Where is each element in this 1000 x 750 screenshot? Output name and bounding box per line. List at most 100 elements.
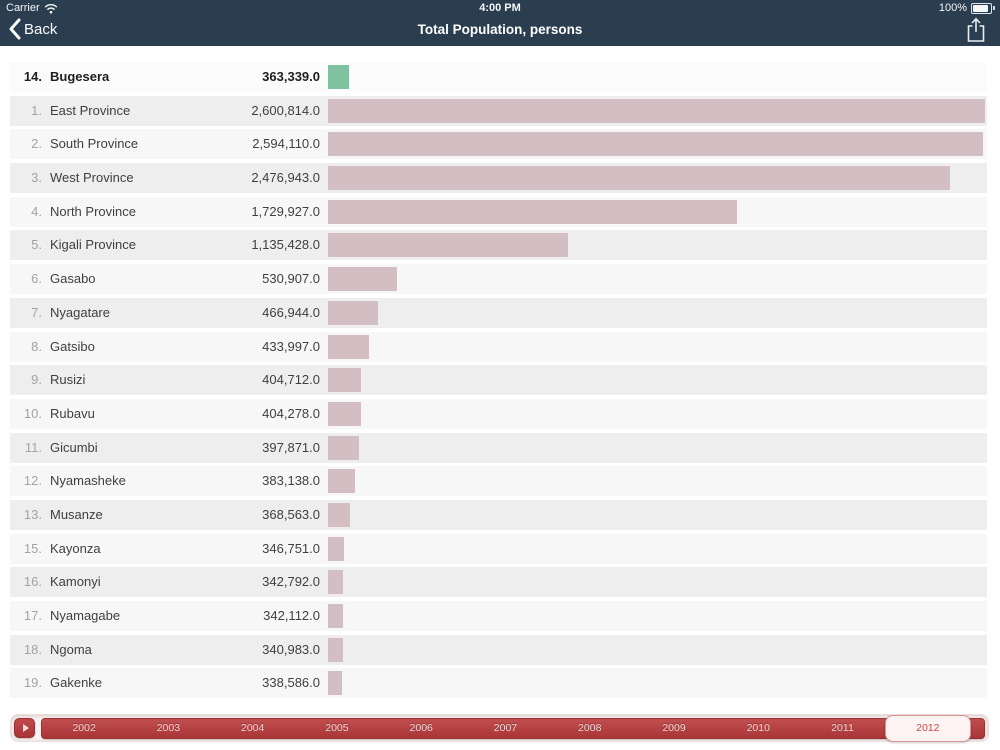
- value-label: 342,112.0: [263, 608, 320, 623]
- rank-label: 1.: [31, 102, 42, 118]
- list-item[interactable]: 2. South Province 2,594,110.0: [10, 129, 987, 160]
- list-item[interactable]: 16. Kamonyi 342,792.0: [10, 567, 987, 598]
- value-bar: [328, 267, 397, 292]
- year-item[interactable]: 2010: [716, 719, 800, 738]
- list-item[interactable]: 17. Nyamagabe 342,112.0: [10, 601, 987, 631]
- value-label: 346,751.0: [262, 540, 320, 556]
- clock-label: 4:00 PM: [479, 2, 521, 14]
- list-item[interactable]: 14. Bugesera 363,339.0: [10, 62, 987, 92]
- value-label: 342,792.0: [262, 574, 320, 590]
- rank-label: 12.: [23, 473, 42, 489]
- share-button[interactable]: [965, 17, 987, 43]
- year-timeline: 2002 2003 2004 2005 2006 2007 2008 2009 2010 2011…: [10, 714, 989, 742]
- list-item[interactable]: 6. Gasabo 530,907.0: [10, 264, 987, 295]
- navigation-bar: Carrier 4:00 PM 100% Back Total Populati…: [0, 0, 1000, 46]
- value-bar: [328, 637, 343, 662]
- value-bar: [328, 65, 349, 89]
- list-item[interactable]: 1. East Province 2,600,814.0: [10, 95, 987, 126]
- list-item[interactable]: 10. Rubavu 404,278.0: [10, 398, 987, 429]
- value-label: 404,278.0: [262, 405, 320, 421]
- value-bar: [328, 536, 345, 561]
- list-item[interactable]: 13. Musanze 368,563.0: [10, 499, 987, 530]
- region-name: Nyamagabe: [50, 608, 121, 623]
- region-name: Kamonyi: [50, 574, 101, 590]
- page-title: Total Population, persons: [417, 22, 583, 37]
- region-name: Bugesera: [50, 69, 110, 84]
- rank-label: 15.: [23, 540, 42, 556]
- value-bar: [328, 502, 351, 527]
- value-bar: [328, 132, 984, 157]
- value-bar: [328, 199, 738, 224]
- region-name: Gasabo: [50, 271, 96, 287]
- value-label: 383,138.0: [262, 473, 320, 489]
- rank-label: 2.: [31, 136, 42, 152]
- year-item[interactable]: 2008: [548, 719, 632, 738]
- region-name: Nyamasheke: [50, 473, 126, 489]
- rank-label: 10.: [23, 405, 42, 421]
- play-button[interactable]: [14, 718, 35, 738]
- value-label: 1,135,428.0: [251, 237, 320, 253]
- region-name: Rubavu: [50, 405, 95, 421]
- ranking-list: 14. Bugesera 363,339.0 1. East Province 2,600…: [10, 62, 987, 702]
- value-label: 466,944.0: [262, 304, 320, 320]
- list-item[interactable]: 3. West Province 2,476,943.0: [10, 163, 987, 194]
- list-item[interactable]: 11. Gicumbi 397,871.0: [10, 432, 987, 463]
- year-item[interactable]: 2007: [463, 719, 547, 738]
- list-item[interactable]: 19. Gakenke 338,586.0: [10, 668, 987, 699]
- value-bar: [328, 233, 569, 258]
- year-item[interactable]: 2009: [632, 719, 716, 738]
- back-button[interactable]: Back: [8, 18, 57, 40]
- value-label: 1,729,927.0: [251, 203, 320, 219]
- value-label: 2,476,943.0: [251, 170, 320, 186]
- value-label: 2,594,110.0: [252, 136, 320, 152]
- region-name: North Province: [50, 203, 136, 219]
- region-name: Gatsibo: [50, 338, 95, 354]
- year-item[interactable]: 2002: [42, 719, 126, 738]
- region-name: West Province: [50, 170, 134, 186]
- play-icon: [22, 724, 29, 732]
- region-name: Gicumbi: [50, 439, 98, 455]
- region-name: Musanze: [50, 506, 103, 522]
- value-bar: [328, 570, 343, 595]
- list-item[interactable]: 8. Gatsibo 433,997.0: [10, 331, 987, 362]
- list-item[interactable]: 12. Nyamasheke 383,138.0: [10, 466, 987, 497]
- list-item[interactable]: 5. Kigali Province 1,135,428.0: [10, 230, 987, 261]
- rank-label: 19.: [23, 675, 42, 691]
- value-bar: [328, 435, 359, 460]
- value-label: 2,600,814.0: [251, 102, 320, 118]
- year-item[interactable]: 2004: [211, 719, 295, 738]
- year-item-selected[interactable]: 2012: [884, 714, 971, 742]
- value-bar: [328, 368, 361, 393]
- battery-icon: [971, 2, 992, 14]
- list-item[interactable]: 7. Nyagatare 466,944.0: [10, 297, 987, 328]
- region-name: East Province: [50, 102, 131, 118]
- year-item[interactable]: 2003: [126, 719, 210, 738]
- value-bar: [328, 98, 985, 123]
- share-icon: [965, 17, 987, 43]
- chevron-left-icon: [8, 18, 21, 40]
- list-item[interactable]: 9. Rusizi 404,712.0: [10, 365, 987, 396]
- value-bar: [328, 401, 361, 426]
- year-item[interactable]: 2005: [295, 719, 379, 738]
- value-bar: [328, 166, 950, 191]
- value-label: 340,983.0: [262, 641, 320, 657]
- value-bar: [328, 671, 342, 696]
- value-bar: [328, 604, 343, 628]
- list-item[interactable]: 4. North Province 1,729,927.0: [10, 196, 987, 227]
- region-name: Gakenke: [50, 675, 103, 691]
- region-name: Ngoma: [50, 641, 92, 657]
- list-item[interactable]: 15. Kayonza 346,751.0: [10, 533, 987, 564]
- back-button-label: Back: [24, 20, 58, 38]
- list-item[interactable]: 18. Ngoma 340,983.0: [10, 634, 987, 665]
- year-item[interactable]: 2011: [800, 719, 884, 738]
- rank-label: 11.: [24, 439, 42, 455]
- status-bar: Carrier 4:00 PM 100%: [0, 0, 1000, 16]
- value-label: 404,712.0: [262, 372, 320, 388]
- battery-percent-label: 100%: [938, 2, 967, 14]
- region-name: Nyagatare: [50, 304, 110, 320]
- value-label: 530,907.0: [262, 271, 320, 287]
- rank-label: 18.: [23, 641, 42, 657]
- value-bar: [328, 469, 355, 494]
- year-item[interactable]: 2006: [379, 719, 463, 738]
- rank-label: 6.: [31, 271, 42, 287]
